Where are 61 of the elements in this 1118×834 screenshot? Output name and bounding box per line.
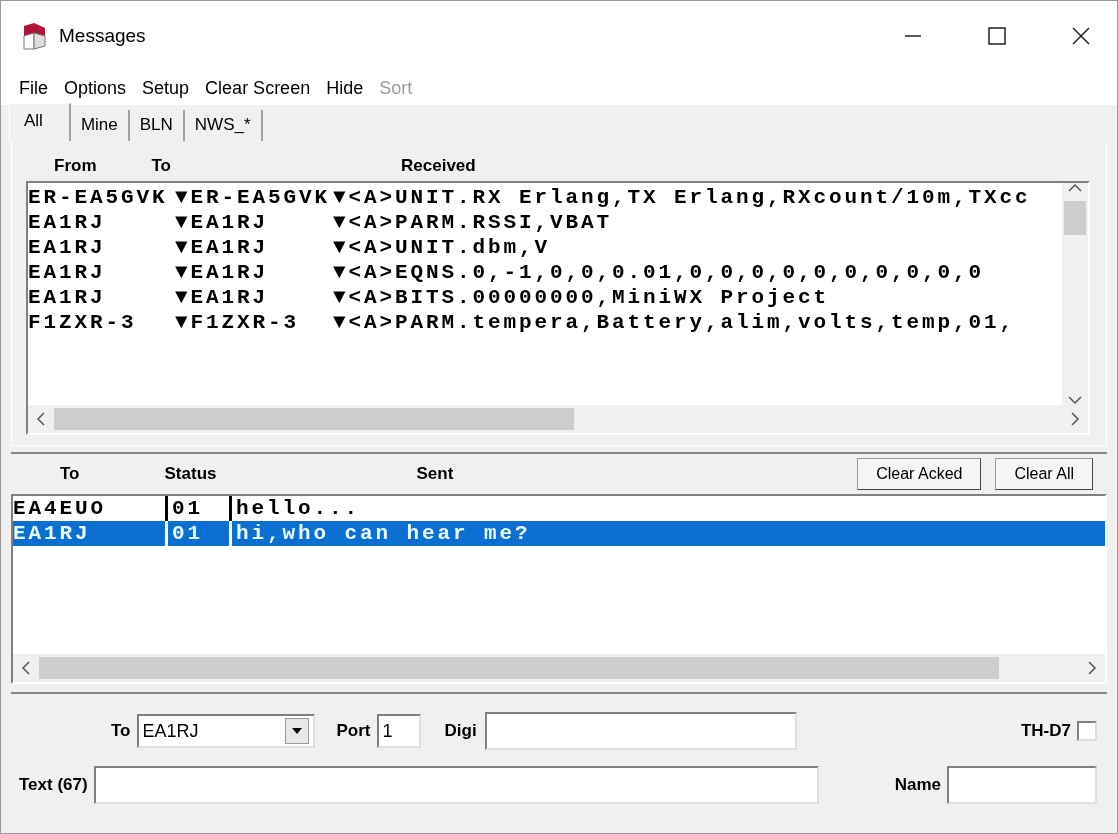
menu-item[interactable]: Setup — [134, 74, 198, 102]
column-header: To — [150, 155, 171, 178]
digi-field[interactable] — [484, 712, 797, 750]
scrollbar-thumb[interactable] — [54, 408, 574, 430]
table-cell: ▼<A>BITS.00000000,MiniWX Project — [333, 285, 830, 310]
table-cell-text: ▼EA1RJ — [175, 260, 269, 285]
horizontal-scrollbar[interactable] — [28, 405, 1088, 433]
table-cell-text: EA1RJ — [28, 260, 107, 285]
table-cell-text: F1ZXR-3 — [28, 310, 138, 335]
table-cell-text: ▼F1ZXR-3 — [175, 310, 301, 335]
column-header: From — [53, 155, 97, 178]
menu-item[interactable]: Options — [56, 74, 135, 102]
menu-item[interactable]: Clear Screen — [197, 74, 319, 102]
table-cell-text: EA1RJ — [28, 285, 107, 310]
field-label: To — [111, 720, 131, 743]
menu-item: Sort — [378, 76, 414, 100]
clear-button[interactable]: Clear All — [995, 458, 1093, 490]
tab[interactable]: All — [9, 102, 71, 141]
scrollbar-thumb[interactable] — [39, 657, 999, 679]
table-cell: ▼<A>UNIT.dbm,V — [333, 235, 551, 260]
table-cell-text: hello... — [236, 496, 362, 521]
table-cell-text: ER-EA5GVK — [28, 185, 169, 210]
horizontal-scrollbar[interactable] — [13, 654, 1105, 682]
field-label: Digi — [444, 720, 477, 743]
table-cell-text: EA1RJ — [28, 210, 107, 235]
book-icon — [21, 22, 47, 50]
menu-item[interactable]: File — [11, 74, 56, 102]
table-cell: ▼<A>PARM.tempera,Battery,alim,volts,temp,01, — [333, 310, 1016, 335]
table-cell: ▼<A>PARM.RSSI,VBAT — [333, 210, 613, 235]
recipient-combo[interactable]: EA1RJ — [136, 714, 315, 748]
dropdown-arrow-icon[interactable] — [291, 728, 302, 734]
table-cell-text: ▼ER-EA5GVK — [175, 185, 332, 210]
name-field[interactable] — [947, 766, 1097, 804]
table-cell-text: ▼EA1RJ — [175, 210, 269, 235]
field-label: Port — [336, 720, 371, 743]
table-cell-text: EA1RJ — [28, 235, 107, 260]
checkbox[interactable] — [1077, 721, 1097, 741]
close-icon[interactable] — [1072, 27, 1090, 45]
port-field[interactable]: 1 — [376, 714, 421, 748]
scrollbar-thumb[interactable] — [1064, 201, 1086, 235]
maximize-icon[interactable] — [988, 27, 1006, 45]
clear-button[interactable]: Clear Acked — [857, 458, 982, 490]
text-field[interactable] — [93, 766, 819, 804]
table-cell: 01 — [172, 521, 232, 546]
column-header: Sent — [416, 463, 454, 486]
table-cell: ▼<A>EQNS.0,-1,0,0,0.01,0,0,0,0,0,0,0,0,0,0 — [333, 260, 985, 285]
window-title: Messages — [59, 23, 147, 48]
table-cell-text: ▼EA1RJ — [175, 285, 269, 310]
vertical-scrollbar[interactable] — [1062, 183, 1088, 405]
table-cell-text: ▼EA1RJ — [175, 235, 269, 260]
field-label: Text (67) — [19, 774, 88, 797]
column-header: Status — [164, 463, 217, 486]
table-cell: EA1RJ — [13, 521, 168, 546]
field-label: Name — [894, 774, 941, 797]
checkbox-label[interactable]: TH-D7 — [1020, 718, 1071, 744]
column-header: To — [60, 463, 80, 486]
table-cell: ▼<A>UNIT.RX Erlang,TX Erlang,RXcount/10m,TXcc — [333, 185, 1031, 210]
column-header: Received — [400, 155, 476, 178]
table-cell-text: hi,who can hear me? — [236, 521, 532, 546]
list-row[interactable]: EA1RJ 01 hi,who can hear me? — [13, 521, 1105, 546]
menu-item[interactable]: Hide — [318, 74, 372, 102]
